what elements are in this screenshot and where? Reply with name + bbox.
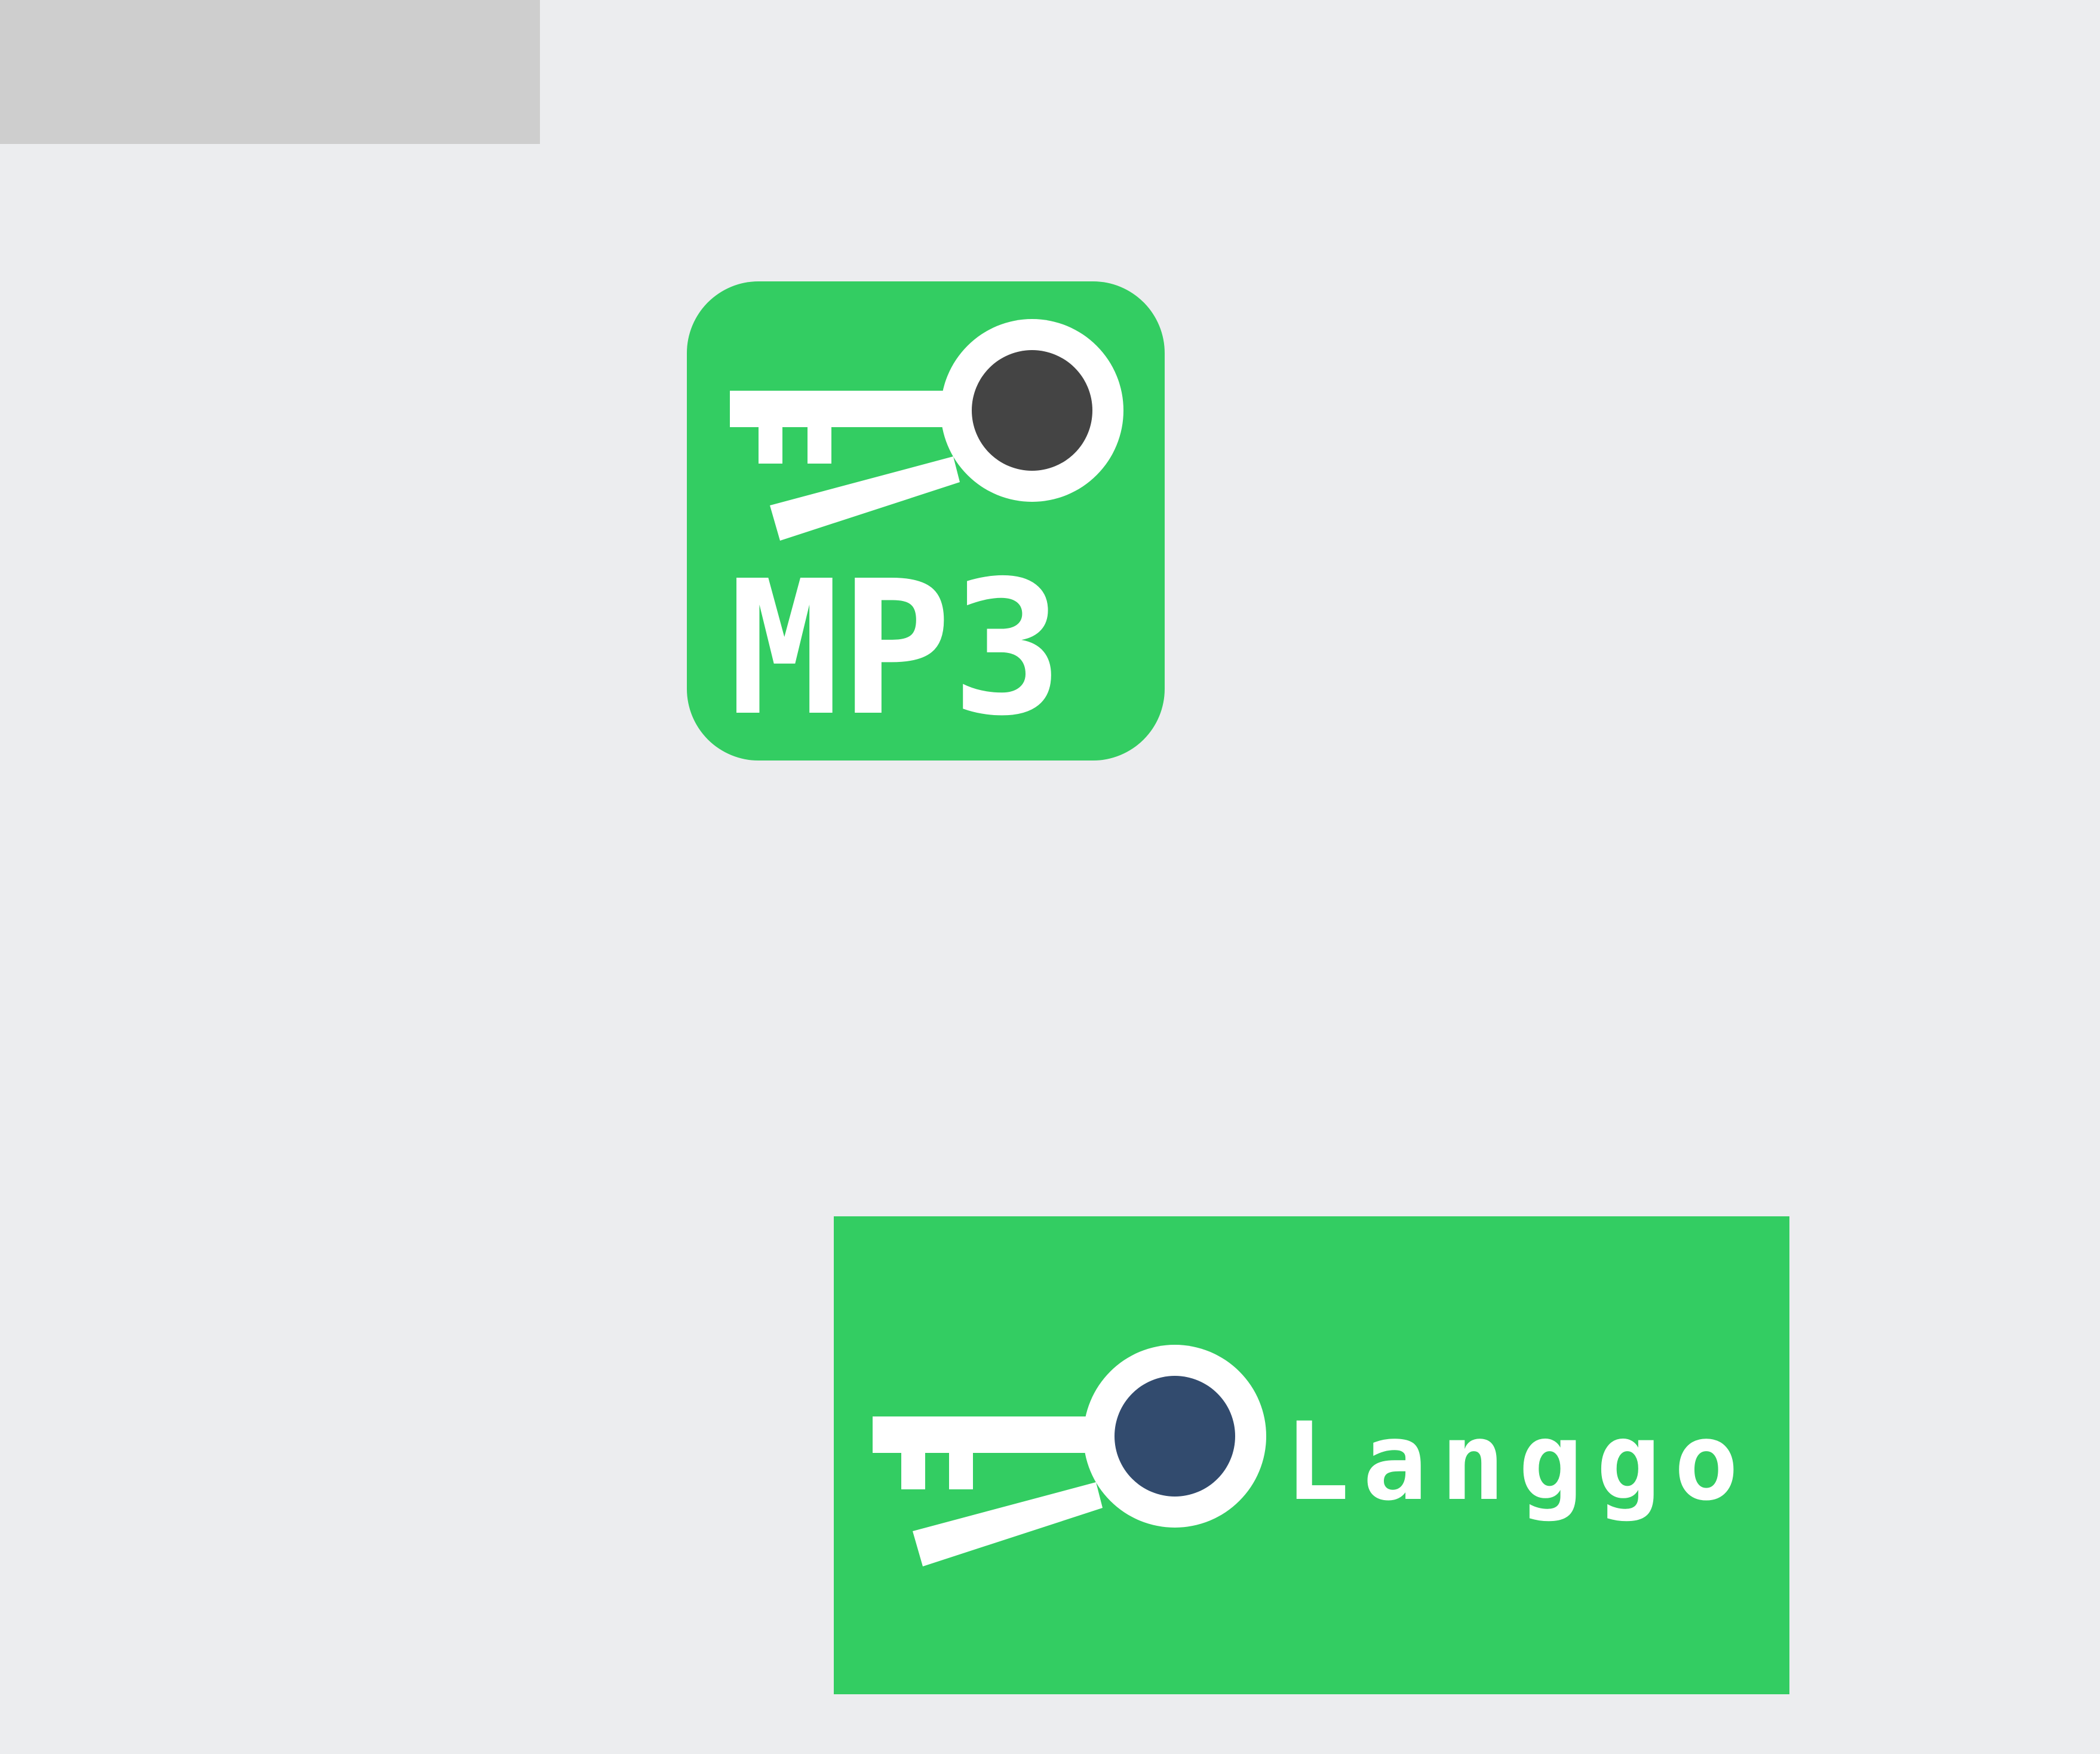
brand-wordmark: Langgo	[1285, 1400, 1739, 1525]
brand-banner[interactable]: Langgo	[834, 1216, 1789, 1694]
app-icon-svg: MP3	[729, 319, 1123, 757]
key-dot	[1115, 1376, 1235, 1497]
top-bar	[0, 0, 540, 144]
key-icon	[873, 1345, 1266, 1566]
brand-banner-svg: Langgo	[873, 1345, 1739, 1566]
icon-label: MP3	[729, 541, 1063, 757]
key-dot	[972, 350, 1092, 471]
app-icon-tile[interactable]: MP3	[687, 281, 1165, 761]
key-icon	[730, 319, 1123, 541]
